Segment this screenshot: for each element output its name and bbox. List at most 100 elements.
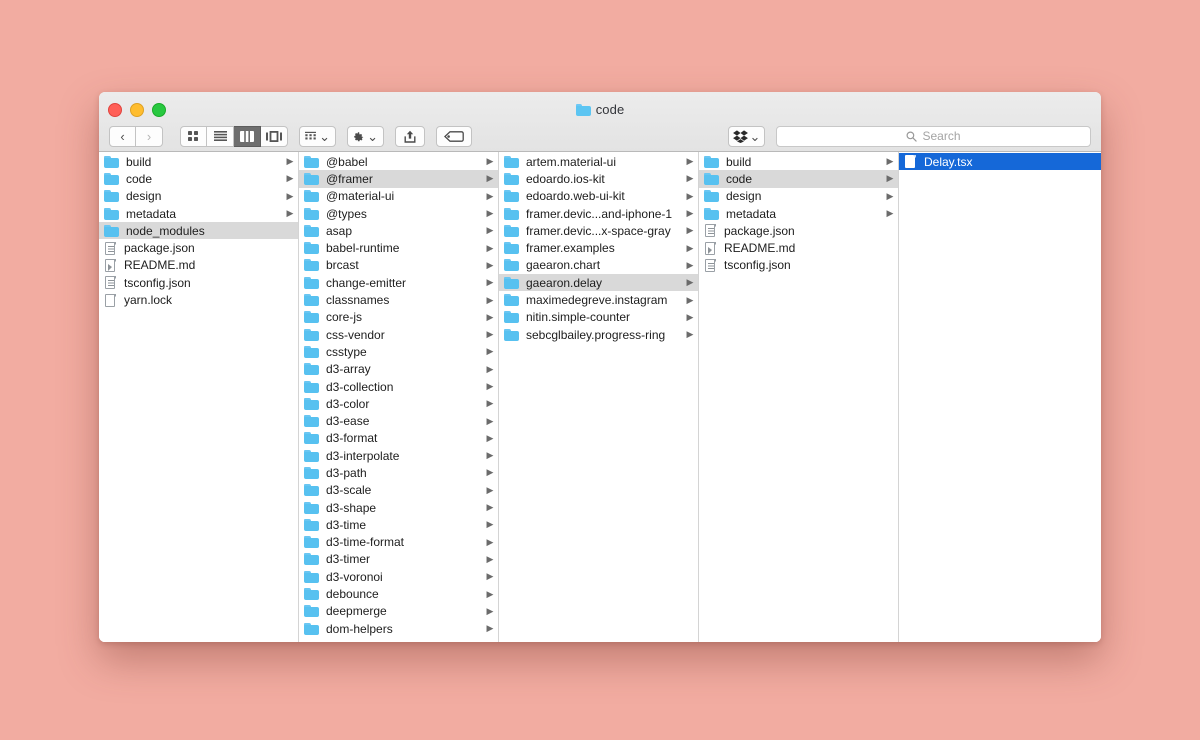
- disclosure-arrow-icon[interactable]: ▶: [486, 485, 494, 495]
- disclosure-arrow-icon[interactable]: ▶: [486, 451, 494, 460]
- file-row[interactable]: d3-voronoi ▶: [299, 568, 498, 585]
- file-row[interactable]: d3-collection ▶: [299, 378, 498, 395]
- file-row[interactable]: artem.material-ui ▶: [499, 153, 698, 170]
- file-row[interactable]: change-emitter ▶: [299, 274, 498, 291]
- file-row[interactable]: gaearon.chart ▶: [499, 257, 698, 274]
- column-1[interactable]: build ▶ code ▶ design ▶ metadata ▶ node_modules p…: [99, 152, 299, 642]
- disclosure-arrow-icon[interactable]: ▶: [486, 589, 494, 599]
- disclosure-arrow-icon[interactable]: ▶: [686, 243, 694, 253]
- file-row[interactable]: code ▶: [99, 170, 298, 187]
- gallery-view-button[interactable]: [261, 125, 288, 147]
- action-button[interactable]: ⌄: [347, 125, 384, 147]
- file-row[interactable]: README.md: [99, 257, 298, 274]
- file-row[interactable]: @types ▶: [299, 205, 498, 222]
- file-row[interactable]: metadata ▶: [99, 205, 298, 222]
- close-button[interactable]: [108, 103, 122, 117]
- file-row[interactable]: package.json: [99, 239, 298, 256]
- file-row[interactable]: d3-array ▶: [299, 361, 498, 378]
- file-row[interactable]: gaearon.delay ▶: [499, 274, 698, 292]
- file-row[interactable]: node_modules: [99, 222, 298, 240]
- disclosure-arrow-icon[interactable]: ▶: [686, 226, 694, 235]
- disclosure-arrow-icon[interactable]: ▶: [486, 174, 494, 183]
- disclosure-arrow-icon[interactable]: ▶: [886, 191, 894, 201]
- disclosure-arrow-icon[interactable]: ▶: [486, 416, 494, 426]
- disclosure-arrow-icon[interactable]: ▶: [486, 554, 494, 564]
- disclosure-arrow-icon[interactable]: ▶: [486, 330, 494, 339]
- file-row[interactable]: design ▶: [699, 188, 898, 205]
- disclosure-arrow-icon[interactable]: ▶: [486, 347, 494, 356]
- disclosure-arrow-icon[interactable]: ▶: [686, 157, 694, 166]
- file-row[interactable]: @material-ui ▶: [299, 188, 498, 205]
- file-row[interactable]: framer.examples ▶: [499, 239, 698, 256]
- file-row[interactable]: d3-time ▶: [299, 516, 498, 533]
- file-row[interactable]: metadata ▶: [699, 205, 898, 222]
- disclosure-arrow-icon[interactable]: ▶: [486, 624, 494, 633]
- file-row[interactable]: maximedegreve.instagram ▶: [499, 291, 698, 308]
- maximize-button[interactable]: [152, 103, 166, 117]
- disclosure-arrow-icon[interactable]: ▶: [486, 468, 494, 477]
- column-5[interactable]: Delay.tsx: [899, 152, 1101, 642]
- arrange-button[interactable]: ⌄: [299, 125, 336, 147]
- disclosure-arrow-icon[interactable]: ▶: [686, 295, 694, 305]
- file-row[interactable]: brcast ▶: [299, 257, 498, 274]
- disclosure-arrow-icon[interactable]: ▶: [286, 209, 294, 218]
- file-row[interactable]: @babel ▶: [299, 153, 498, 170]
- file-row[interactable]: @framer ▶: [299, 170, 498, 188]
- disclosure-arrow-icon[interactable]: ▶: [886, 209, 894, 218]
- disclosure-arrow-icon[interactable]: ▶: [886, 157, 894, 166]
- file-row[interactable]: d3-time-format ▶: [299, 534, 498, 551]
- disclosure-arrow-icon[interactable]: ▶: [486, 433, 494, 443]
- file-row[interactable]: deepmerge ▶: [299, 603, 498, 620]
- file-row[interactable]: sebcglbailey.progress-ring ▶: [499, 326, 698, 343]
- disclosure-arrow-icon[interactable]: ▶: [486, 226, 494, 235]
- disclosure-arrow-icon[interactable]: ▶: [686, 174, 694, 183]
- file-row[interactable]: css-vendor ▶: [299, 326, 498, 343]
- disclosure-arrow-icon[interactable]: ▶: [486, 312, 494, 322]
- disclosure-arrow-icon[interactable]: ▶: [686, 312, 694, 322]
- disclosure-arrow-icon[interactable]: ▶: [486, 243, 494, 253]
- file-row[interactable]: d3-path ▶: [299, 464, 498, 481]
- disclosure-arrow-icon[interactable]: ▶: [486, 209, 494, 218]
- file-row[interactable]: core-js ▶: [299, 309, 498, 326]
- file-row[interactable]: package.json: [699, 222, 898, 239]
- back-button[interactable]: ‹: [109, 125, 136, 147]
- tag-button[interactable]: [436, 125, 472, 147]
- file-row[interactable]: dom-helpers ▶: [299, 620, 498, 637]
- icon-view-button[interactable]: [180, 125, 207, 147]
- file-row[interactable]: babel-runtime ▶: [299, 239, 498, 256]
- file-row[interactable]: d3-shape ▶: [299, 499, 498, 516]
- file-row[interactable]: csstype ▶: [299, 343, 498, 360]
- share-button[interactable]: [395, 125, 425, 147]
- disclosure-arrow-icon[interactable]: ▶: [486, 364, 494, 374]
- list-view-button[interactable]: [207, 125, 234, 147]
- file-row[interactable]: d3-format ▶: [299, 430, 498, 447]
- disclosure-arrow-icon[interactable]: ▶: [486, 606, 494, 616]
- file-row[interactable]: classnames ▶: [299, 291, 498, 308]
- disclosure-arrow-icon[interactable]: ▶: [286, 157, 294, 166]
- file-row[interactable]: edoardo.ios-kit ▶: [499, 170, 698, 187]
- disclosure-arrow-icon[interactable]: ▶: [486, 157, 494, 166]
- file-row[interactable]: framer.devic...and-iphone-1 ▶: [499, 205, 698, 222]
- file-row[interactable]: nitin.simple-counter ▶: [499, 309, 698, 326]
- file-row[interactable]: d3-color ▶: [299, 395, 498, 412]
- column-4[interactable]: build ▶ code ▶ design ▶ metadata ▶ package.json R…: [699, 152, 899, 642]
- disclosure-arrow-icon[interactable]: ▶: [686, 278, 694, 287]
- file-row[interactable]: d3-scale ▶: [299, 482, 498, 499]
- disclosure-arrow-icon[interactable]: ▶: [486, 399, 494, 408]
- forward-button[interactable]: ›: [136, 125, 163, 147]
- file-row[interactable]: build ▶: [699, 153, 898, 170]
- disclosure-arrow-icon[interactable]: ▶: [486, 260, 494, 270]
- file-row[interactable]: d3-timer ▶: [299, 551, 498, 568]
- file-row[interactable]: design ▶: [99, 188, 298, 205]
- disclosure-arrow-icon[interactable]: ▶: [286, 174, 294, 183]
- file-row[interactable]: yarn.lock: [99, 291, 298, 308]
- file-row[interactable]: README.md: [699, 239, 898, 256]
- disclosure-arrow-icon[interactable]: ▶: [286, 191, 294, 201]
- file-row[interactable]: tsconfig.json: [699, 257, 898, 274]
- disclosure-arrow-icon[interactable]: ▶: [686, 191, 694, 201]
- disclosure-arrow-icon[interactable]: ▶: [486, 382, 494, 391]
- search-input[interactable]: Search: [776, 125, 1091, 147]
- disclosure-arrow-icon[interactable]: ▶: [486, 520, 494, 529]
- file-row[interactable]: tsconfig.json: [99, 274, 298, 291]
- file-row[interactable]: build ▶: [99, 153, 298, 170]
